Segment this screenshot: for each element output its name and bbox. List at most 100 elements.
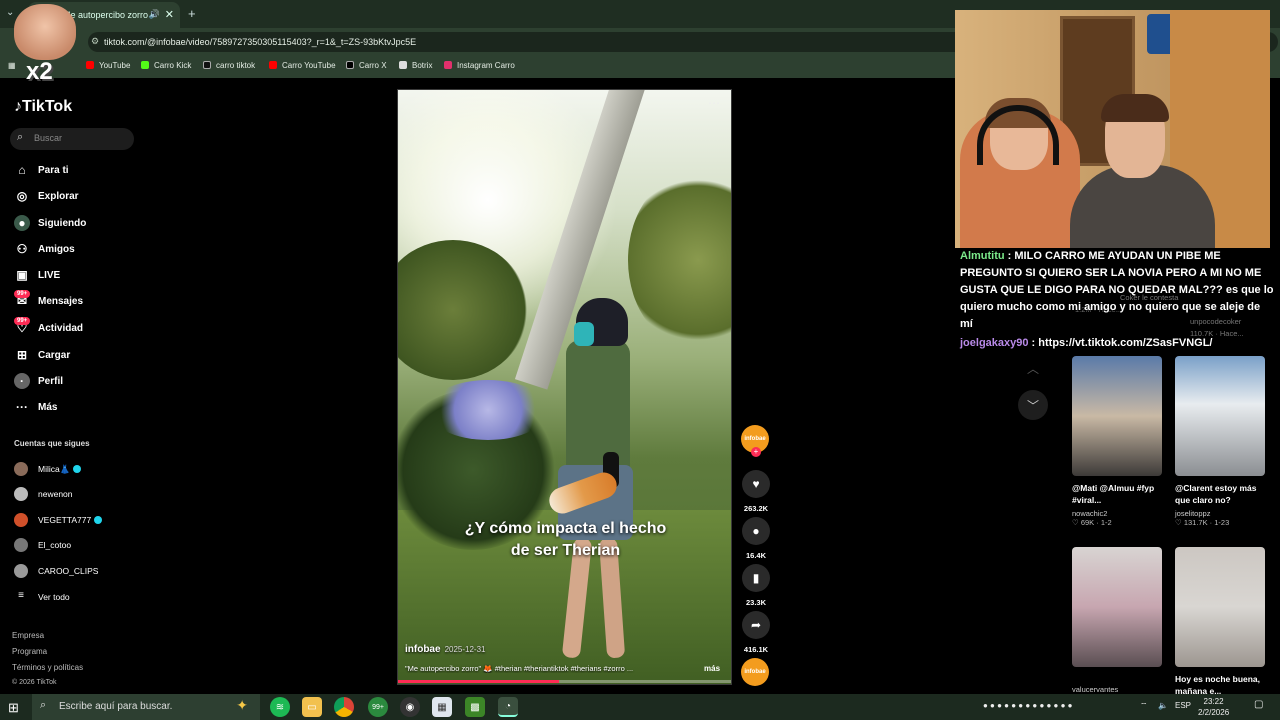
bookmark-botrix[interactable]: Botrix: [399, 61, 432, 70]
video-progress-fill: [398, 680, 559, 683]
video-frame-hair-dye: [574, 322, 594, 346]
minecraft-icon[interactable]: ▩: [465, 697, 485, 717]
windows-start-icon[interactable]: ⊞: [8, 700, 19, 716]
heart-icon: ♡: [1175, 518, 1184, 527]
save-button[interactable]: ▮ 23.3K: [741, 564, 771, 607]
following-account[interactable]: El_cotoo: [14, 537, 154, 553]
store-icon[interactable]: ▦: [432, 697, 452, 717]
recommendation-card[interactable]: @Clarent estoy más que claro no? joselit…: [1175, 356, 1267, 527]
more-icon: ···: [16, 400, 28, 414]
bookmark-instagram-carro[interactable]: Instagram Carro: [444, 61, 515, 70]
chat-username: Almutitu: [960, 250, 1005, 262]
avatar: [14, 538, 28, 552]
search-icon: ⌕: [17, 131, 24, 143]
nav-perfil[interactable]: · Perfil: [14, 371, 134, 391]
follow-plus-icon[interactable]: +: [751, 447, 761, 457]
site-info-icon[interactable]: ⚙: [91, 36, 99, 47]
notifications-icon[interactable]: ▢: [1254, 699, 1263, 710]
search-input[interactable]: ⌕ Buscar: [10, 128, 134, 150]
following-icon: ●: [14, 215, 30, 231]
clock[interactable]: 23:22 2/2/2026: [1198, 696, 1229, 718]
chat-username: joelgakaxy90: [960, 337, 1029, 349]
tiktok-logo[interactable]: ♪TikTok: [14, 98, 72, 116]
following-account[interactable]: Milica👗: [14, 461, 154, 477]
recommendation-thumbnail: [1175, 356, 1265, 476]
more-button[interactable]: más: [704, 664, 720, 673]
nav-mas[interactable]: ··· Más: [14, 397, 134, 417]
recommendation-card[interactable]: Hoy es noche buena, mañana e...: [1175, 547, 1267, 697]
obs-icon[interactable]: ◉: [400, 697, 420, 717]
next-video-button[interactable]: ﹀: [1018, 390, 1048, 420]
nav-mensajes[interactable]: ✉ 99+ Mensajes: [14, 290, 134, 311]
profile-icon: ·: [14, 373, 30, 389]
nav-live[interactable]: ▣ LIVE: [14, 265, 134, 285]
footer-link-empresa[interactable]: Empresa: [12, 631, 44, 640]
nav-explorar[interactable]: ◎ Explorar: [14, 186, 134, 206]
x-icon: [346, 61, 354, 69]
bookmark-icon: ▮: [742, 564, 770, 592]
recommendation-card[interactable]: valucervantes: [1072, 547, 1162, 694]
apps-grid-icon[interactable]: ▦: [8, 61, 16, 70]
video-author[interactable]: infobae 2025-12-31: [405, 644, 485, 655]
footer-link-terminos[interactable]: Términos y políticas: [12, 663, 83, 672]
system-tray-icons[interactable]: ● ● ● ● ● ● ● ● ● ● ● ● ●: [983, 701, 1073, 710]
file-explorer-icon[interactable]: ▭: [302, 697, 322, 717]
instagram-icon: [444, 61, 452, 69]
nav-amigos[interactable]: ⚇ Amigos: [14, 239, 134, 259]
see-all-link[interactable]: ≡ Ver todo: [14, 589, 154, 605]
following-account[interactable]: VEGETTA777: [14, 512, 154, 528]
bookmark-carro-kick[interactable]: Carro Kick: [141, 61, 191, 70]
sound-avatar-button[interactable]: infobae: [741, 658, 771, 686]
chat-text: MILO CARRO ME AYUDAN UN PIBE ME PREGUNTO…: [960, 250, 1274, 330]
chrome-icon[interactable]: [334, 697, 354, 717]
nav-siguiendo[interactable]: ● Siguiendo: [14, 213, 134, 233]
url-text: tiktok.com/@infobae/video/75897273503051…: [104, 37, 417, 47]
video-progress-bar[interactable]: [398, 680, 731, 683]
streamer-face-overlay: [14, 4, 76, 60]
comment-button[interactable]: ● 16.4K: [741, 517, 771, 560]
chat-message: joelgakaxy90 : https://vt.tiktok.com/ZSa…: [960, 337, 1213, 349]
share-button[interactable]: ➦ 416.1K: [741, 611, 771, 654]
like-button[interactable]: ♥ 263.2K: [741, 470, 771, 513]
speaker-icon[interactable]: 🔊: [149, 9, 160, 20]
list-icon: ≡: [18, 590, 24, 601]
volume-icon[interactable]: 🔈: [1158, 701, 1168, 710]
bookmark-carro-x[interactable]: Carro X: [346, 61, 387, 70]
bookmark-youtube[interactable]: YouTube: [86, 61, 130, 70]
like-count: 263.2K: [743, 504, 769, 513]
video-player[interactable]: ⋯ ¿Y cómo impacta el hecho de ser Theria…: [397, 89, 732, 685]
sparkle-icon: ✦: [236, 697, 248, 713]
language-indicator[interactable]: ESP: [1175, 701, 1191, 710]
youtube-icon: [269, 61, 277, 69]
spotify-icon[interactable]: ≋: [270, 697, 290, 717]
footer-link-programa[interactable]: Programa: [12, 647, 47, 656]
wifi-icon[interactable]: ⌔: [1140, 701, 1148, 711]
recommendation-card[interactable]: @Mati @Almuu #fyp #viral... nowachic2 ♡ …: [1072, 356, 1164, 527]
nav-para-ti[interactable]: ⌂ Para ti: [14, 160, 134, 180]
bookmark-carro-youtube[interactable]: Carro YouTube: [269, 61, 336, 70]
sound-avatar: infobae: [741, 658, 769, 686]
recommendation-user: valucervantes: [1072, 685, 1119, 694]
avatar: [14, 487, 28, 501]
bookmark-carro-tiktok[interactable]: carro tiktok: [203, 61, 255, 70]
author-avatar-button[interactable]: infobae +: [741, 425, 771, 459]
share-icon: ➦: [742, 611, 770, 639]
windows-taskbar: ⊞ ⌕ Escribe aquí para buscar. ✦ ≋ ▭ 99+ …: [0, 694, 1280, 720]
browser-taskbar-icon[interactable]: ◔: [498, 697, 518, 717]
upload-icon: ⊞: [16, 348, 28, 362]
following-account[interactable]: CAROO_CLIPS: [14, 563, 154, 579]
taskbar-search[interactable]: ⌕ Escribe aquí para buscar. ✦: [32, 694, 260, 720]
nav-cargar[interactable]: ⊞ Cargar: [14, 345, 134, 365]
whatsapp-icon[interactable]: 99+: [368, 697, 388, 717]
kick-icon: [141, 61, 149, 69]
new-tab-button[interactable]: +: [188, 6, 196, 21]
messages-badge: 99+: [14, 290, 31, 298]
activity-badge: 99+: [14, 317, 31, 325]
following-account[interactable]: newenon: [14, 486, 154, 502]
video-options-icon[interactable]: ⋯: [708, 96, 720, 110]
previous-video-button[interactable]: ︿: [1018, 353, 1048, 383]
close-tab-icon[interactable]: ✕: [165, 8, 174, 21]
tab-list-chevron-icon[interactable]: ⌄: [6, 7, 14, 18]
stream-chat: Almutitu : MILO CARRO ME AYUDAN UN PIBE …: [960, 248, 1275, 352]
nav-actividad[interactable]: ♡ 99+ Actividad: [14, 317, 134, 338]
